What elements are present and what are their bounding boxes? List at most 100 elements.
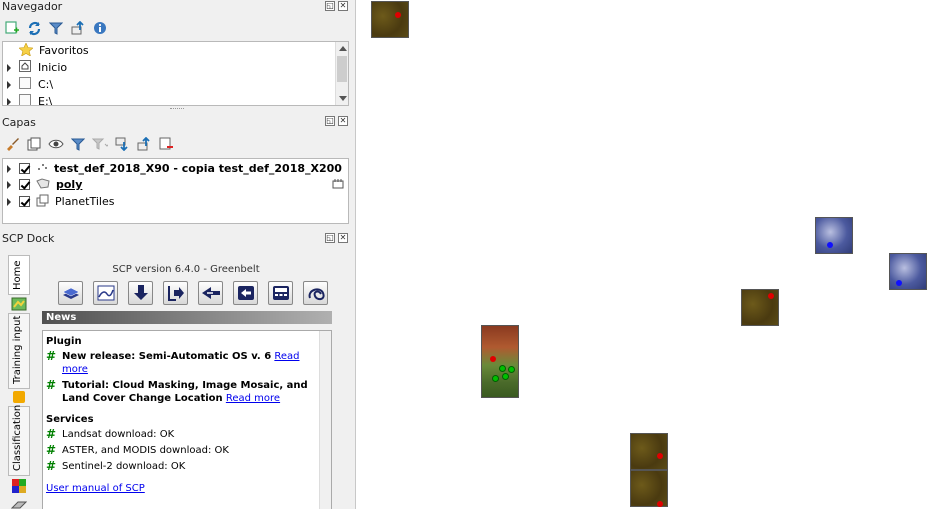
layer-row[interactable]: poly (3, 176, 348, 193)
polygon-marker[interactable] (502, 373, 509, 380)
preprocessing-icon (201, 287, 220, 299)
extra-tab-icon (10, 499, 28, 509)
polygon-marker[interactable] (499, 365, 506, 372)
navigator-scrollbar[interactable] (335, 42, 348, 105)
scroll-thumb[interactable] (337, 56, 347, 82)
tab-classification[interactable]: Classification (8, 405, 30, 476)
batch-button[interactable] (303, 281, 328, 305)
layer-row[interactable]: test_def_2018_X90 - copia test_def_2018_… (3, 160, 348, 177)
navigator-float-button[interactable]: ◱ (325, 1, 335, 11)
service-item: # Landsat download: OK (46, 428, 316, 441)
service-text: Landsat download: OK (62, 429, 175, 440)
scp-version-label: SCP version 6.4.0 - Greenbelt (112, 264, 260, 275)
visibility-eye-icon[interactable] (48, 136, 64, 152)
splitter-handle[interactable] (170, 108, 184, 110)
tab-training-input[interactable]: Training input (8, 313, 30, 389)
style-brush-icon[interactable] (4, 136, 20, 152)
remove-layer-icon[interactable] (158, 136, 174, 152)
refresh-icon[interactable] (26, 20, 42, 36)
read-more-link[interactable]: Read more (226, 393, 280, 404)
layer-visibility-checkbox[interactable] (19, 196, 30, 207)
preprocessing-button[interactable] (198, 281, 223, 305)
point-marker[interactable] (657, 501, 663, 507)
navigator-tree: Favoritos Inicio C:\ E:\ (2, 41, 349, 106)
hash-icon: # (46, 427, 57, 441)
scp-float-button[interactable]: ◱ (325, 233, 335, 243)
layer-label: test_def_2018_X90 - copia test_def_2018_… (54, 162, 342, 175)
download-button[interactable] (128, 281, 153, 305)
news-item: # Tutorial: Cloud Masking, Image Mosaic,… (46, 379, 316, 405)
hash-icon: # (46, 349, 57, 363)
batch-icon (308, 288, 325, 301)
tab-home[interactable]: Home (8, 255, 30, 295)
planet-tile (371, 1, 409, 38)
point-marker[interactable] (490, 356, 496, 362)
tree-item-home[interactable]: Inicio (3, 59, 348, 76)
add-group-icon[interactable] (26, 136, 42, 152)
expand-arrow-icon[interactable] (7, 63, 11, 72)
spectral-plot-icon (97, 285, 114, 301)
plugin-heading: Plugin (46, 336, 82, 347)
service-item: # ASTER, and MODIS download: OK (46, 444, 316, 457)
point-marker[interactable] (395, 12, 401, 18)
polygon-marker[interactable] (492, 375, 499, 382)
user-manual-link[interactable]: User manual of SCP (46, 483, 145, 494)
point-marker[interactable] (657, 453, 663, 459)
collapse-all-icon[interactable] (70, 20, 86, 36)
scroll-down-icon[interactable] (339, 96, 347, 101)
layer-visibility-checkbox[interactable] (19, 179, 30, 190)
raster-group-icon (36, 194, 49, 210)
expand-arrow-icon[interactable] (7, 197, 11, 206)
tree-item-favorites[interactable]: Favoritos (3, 42, 348, 59)
scp-tabs: Home Training input Classification (8, 255, 30, 509)
point-marker[interactable] (827, 242, 833, 248)
planet-tile (889, 253, 927, 290)
planet-tile (815, 217, 853, 254)
import-button[interactable] (163, 281, 188, 305)
add-layer-icon[interactable] (4, 20, 20, 36)
scp-close-button[interactable]: ✕ (338, 233, 348, 243)
band-set-button[interactable] (58, 281, 83, 305)
filter-icon[interactable] (48, 20, 64, 36)
news-header: News (42, 311, 332, 324)
expand-arrow-icon[interactable] (7, 80, 11, 89)
tree-item-label: Inicio (38, 61, 68, 74)
collapse-all-icon[interactable] (136, 136, 152, 152)
info-icon[interactable] (92, 20, 108, 36)
postprocessing-button[interactable] (233, 281, 258, 305)
hash-icon: # (46, 378, 57, 392)
expand-all-icon[interactable] (114, 136, 130, 152)
scroll-up-icon[interactable] (339, 46, 347, 51)
map-canvas[interactable] (357, 0, 948, 509)
layers-float-button[interactable]: ◱ (325, 116, 335, 126)
tree-item-drive-c[interactable]: C:\ (3, 76, 348, 93)
navigator-title: Navegador (2, 0, 63, 13)
layers-tree: test_def_2018_X90 - copia test_def_2018_… (2, 158, 349, 224)
expand-arrow-icon[interactable] (7, 97, 11, 105)
band-calc-button[interactable] (268, 281, 293, 305)
editing-icon (332, 178, 344, 193)
tree-item-drive-e[interactable]: E:\ (3, 93, 348, 106)
spectral-plot-button[interactable] (93, 281, 118, 305)
layers-stack-icon (61, 287, 80, 299)
expand-arrow-icon[interactable] (7, 164, 11, 173)
point-marker[interactable] (896, 280, 902, 286)
download-arrow-icon (133, 285, 148, 300)
planet-tile (630, 470, 668, 507)
news-scrollbar[interactable] (319, 331, 331, 509)
import-icon (167, 286, 184, 301)
left-dock: Navegador ◱ ✕ Favoritos Inicio C:\ E:\ C… (0, 0, 356, 509)
layer-row[interactable]: PlanetTiles (3, 193, 348, 210)
drive-icon (19, 94, 31, 105)
layers-title: Capas (2, 116, 36, 129)
classification-tab-icon (11, 478, 27, 497)
navigator-close-button[interactable]: ✕ (338, 1, 348, 11)
point-marker[interactable] (768, 293, 774, 299)
layer-visibility-checkbox[interactable] (19, 163, 30, 174)
layers-close-button[interactable]: ✕ (338, 116, 348, 126)
expand-arrow-icon[interactable] (7, 180, 11, 189)
filter-legend-icon[interactable] (70, 136, 86, 152)
polygon-marker[interactable] (508, 366, 515, 373)
tree-item-label: E:\ (38, 95, 53, 106)
layer-label: PlanetTiles (55, 195, 115, 208)
